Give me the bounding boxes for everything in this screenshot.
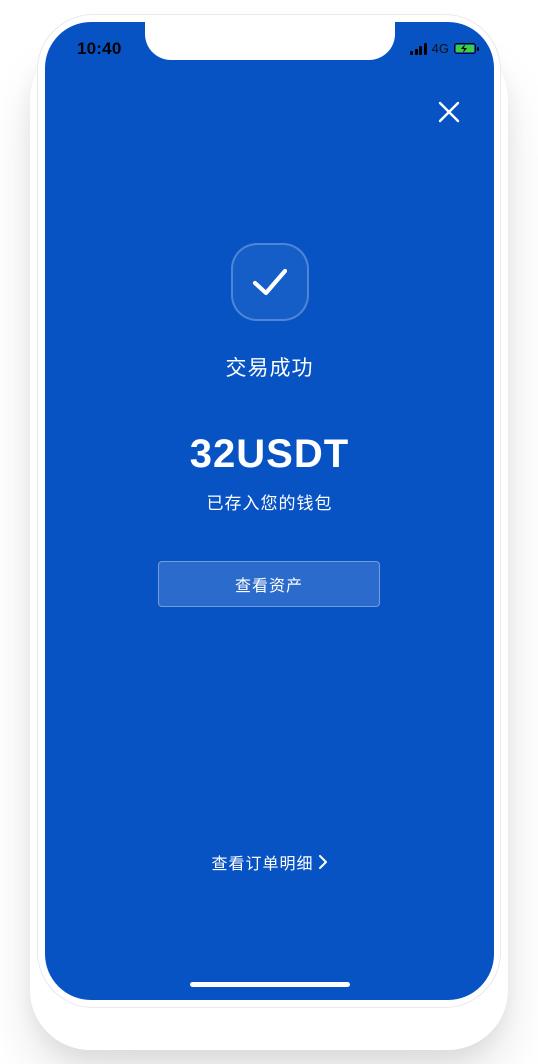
view-order-label: 查看订单明细 (211, 854, 314, 873)
chevron-right-icon (318, 855, 327, 869)
phone-notch (145, 22, 395, 60)
battery-charging-icon (454, 43, 479, 54)
close-icon (438, 101, 460, 123)
cellular-signal-icon (410, 42, 427, 55)
network-type: 4G (431, 41, 449, 56)
close-button[interactable] (435, 98, 463, 126)
checkmark-icon (252, 268, 288, 296)
view-order-link[interactable]: 查看订单明细 (45, 850, 494, 874)
app-stage: 10:40 4G 交易成功 32USDT 已存入您的钱包 查看资产 查看订单明细 (0, 0, 538, 1064)
status-time: 10:40 (77, 39, 122, 58)
result-title: 交易成功 (225, 356, 314, 380)
result-amount: 32USDT (189, 432, 350, 476)
view-assets-label: 查看资产 (234, 576, 303, 595)
view-assets-button[interactable]: 查看资产 (158, 561, 380, 607)
status-indicators: 4G (410, 41, 479, 56)
result-subtitle: 已存入您的钱包 (206, 494, 333, 514)
home-indicator[interactable] (190, 982, 350, 987)
screen: 10:40 4G 交易成功 32USDT 已存入您的钱包 查看资产 查看订单明细 (45, 22, 494, 1000)
success-badge (231, 243, 309, 321)
